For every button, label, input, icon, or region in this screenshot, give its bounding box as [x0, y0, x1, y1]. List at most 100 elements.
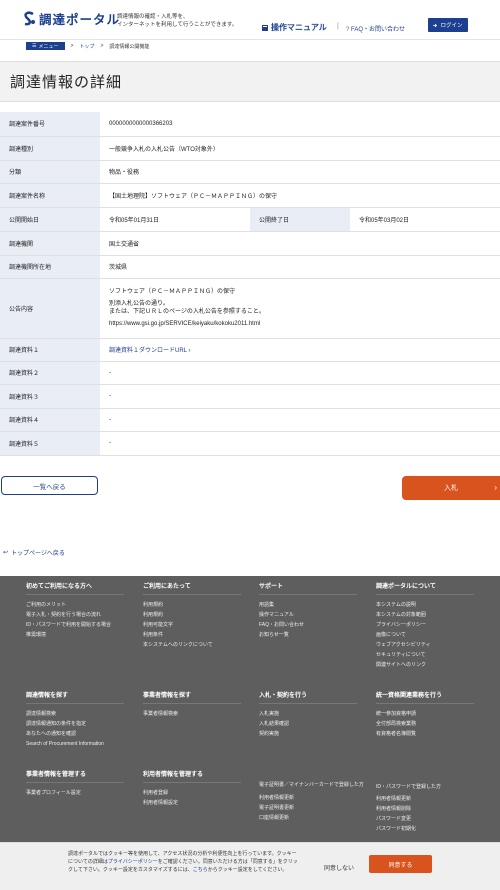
footer-col-support: サポート 用語集 操作マニュアル FAQ・お問い合わせ お知らせ一覧 [259, 581, 357, 640]
footer-link[interactable]: 関連サイトへのリンク [376, 660, 474, 670]
table-row: 調達種別 一般競争入札の入札公告（WTO対象外） [0, 136, 500, 161]
decline-label: 同意しない [323, 865, 354, 872]
footer-link[interactable]: 有資格者名簿閲覧 [376, 729, 474, 739]
question-icon: ? [346, 27, 350, 33]
footer-heading[interactable]: 事業者情報を探す [143, 690, 241, 704]
bid-button[interactable]: 入札 › [402, 476, 500, 500]
row-value-2: 令和05年03月02日 [350, 207, 500, 232]
breadcrumb-top[interactable]: トップ [79, 43, 94, 50]
footer-link[interactable]: 利用可能文字 [143, 620, 241, 630]
footer-heading[interactable]: サポート [259, 581, 357, 595]
footer-link[interactable]: 入札結果確認 [259, 719, 357, 729]
row-value: 一般競争入札の入札公告（WTO対象外） [100, 136, 500, 161]
footer-link[interactable]: 本システムへのリンクについて [143, 640, 241, 650]
row-value: 国土交通省 [100, 231, 500, 256]
table-row: 調達資料２- [0, 361, 500, 385]
top-link-label: トップページへ戻る [11, 551, 65, 557]
footer-link[interactable]: Search of Procurement Information [26, 739, 124, 749]
footer-link[interactable]: 利用者情報更新 [376, 794, 441, 804]
footer-link[interactable]: 操作マニュアル [259, 610, 357, 620]
row-value: - [100, 361, 500, 385]
footer-link[interactable]: 推奨環境 [26, 630, 124, 640]
footer-heading[interactable]: 初めてご利用になる方へ [26, 581, 124, 595]
footer-link[interactable]: 利用条件 [143, 630, 241, 640]
decline-button[interactable]: 同意しない [312, 858, 366, 876]
footer-link[interactable]: お知らせ一覧 [259, 630, 357, 640]
cookie-settings-link[interactable]: こちら [193, 867, 208, 873]
cookie-text-3: からクッキー設定をしてください。 [207, 867, 288, 873]
table-row: 公告内容 ソフトウェア（ＰＣ－ＭＡＰＰＩＮＧ）の保守 別添入札公告の通り。 また… [0, 278, 500, 339]
footer-link[interactable]: 利用規約 [143, 610, 241, 620]
footer-link[interactable]: ID・パスワードで利用を開始する場合 [26, 620, 124, 630]
footer-link[interactable]: 利用者情報削除 [376, 804, 441, 814]
footer-heading[interactable]: 利用者情報を管理する [143, 769, 241, 783]
breadcrumb-sep-1: > [70, 43, 74, 49]
footer-link[interactable]: 利用者情報更新 [259, 793, 369, 803]
footer-heading[interactable]: 入札・契約を行う [259, 690, 357, 704]
back-to-list-button[interactable]: 一覧へ戻る [1, 476, 98, 495]
footer-link[interactable]: パスワード変更 [376, 814, 441, 824]
table-row: 調達資料５- [0, 431, 500, 456]
cookie-text: 調達ポータルではクッキー等を使用して、アクセス状況の分析や利便性向上を行っていま… [68, 850, 298, 874]
privacy-policy-link[interactable]: プライバシーポリシー [108, 859, 158, 865]
footer-link[interactable]: パスワード初期化 [376, 824, 441, 834]
footer-link[interactable]: 利用者登録 [143, 788, 241, 798]
footer-link[interactable]: 調達情報通知の条件を指定 [26, 719, 124, 729]
footer-link[interactable]: 用語集 [259, 600, 357, 610]
footer-heading[interactable]: ご利用にあたって [143, 581, 241, 595]
footer-link[interactable]: 電子入札・契約を行う場合の流れ [26, 610, 124, 620]
footer-link[interactable]: 全付部局検索業務 [376, 719, 474, 729]
footer-col-search-business: 事業者情報を探す 事業者情報検索 [143, 690, 241, 719]
agree-button[interactable]: 同意する [369, 855, 432, 873]
bid-label: 入札 [444, 485, 458, 492]
footer-link[interactable]: あなたへの通知を確認 [26, 729, 124, 739]
row-label: 公開開始日 [0, 207, 100, 232]
footer-col-bidding: 入札・契約を行う 入札実施 入札結果確認 契約実施 [259, 690, 357, 739]
footer-link[interactable]: 統一参加資格申請 [376, 709, 474, 719]
row-label: 調達資料５ [0, 431, 100, 456]
back-to-top-link[interactable]: ↩ トップページへ戻る [3, 548, 65, 557]
login-button[interactable]: ログイン [428, 18, 468, 32]
footer-link[interactable]: 調達情報検索 [26, 709, 124, 719]
footer-link[interactable]: 本システムの説明 [376, 600, 474, 610]
footer-link[interactable]: 画像について [376, 630, 474, 640]
footer-link[interactable]: 契約実施 [259, 729, 357, 739]
footer-link[interactable]: 電子証明書更新 [259, 803, 369, 813]
chevron-right-icon: › [494, 483, 497, 492]
row-value: 【国土地理院】ソフトウェア（ＰＣ－ＭＡＰＰＩＮＧ）の保守 [100, 183, 500, 208]
footer-link[interactable]: 事業者プロフィール設定 [26, 788, 124, 798]
row-label: 調達機関 [0, 231, 100, 256]
footer-link[interactable]: 事業者情報検索 [143, 709, 241, 719]
footer-link[interactable]: 入札実施 [259, 709, 357, 719]
footer-link[interactable]: プライバシーポリシー [376, 620, 474, 630]
footer-heading[interactable]: 事業者情報を管理する [26, 769, 124, 783]
table-row: 調達案件番号 0000000000000366203 [0, 112, 500, 137]
header-separator: | [337, 23, 339, 30]
footer-col-certificate-users: 電子証明書／マイナンバーカードで登録した方 利用者情報更新 電子証明書更新 口座… [259, 782, 369, 823]
footer-subheading: ID・パスワードで登録した方 [376, 784, 442, 790]
row-label: 調達種別 [0, 136, 100, 161]
tagline-line-2: インターネットを利用して行うことができます。 [117, 22, 238, 28]
row-value: ソフトウェア（ＰＣ－ＭＡＰＰＩＮＧ）の保守 別添入札公告の通り。 または、下記Ｕ… [100, 278, 500, 339]
footer-link[interactable]: 口座情報更新 [259, 813, 369, 823]
footer-heading[interactable]: 調達情報を探す [26, 690, 124, 704]
footer-heading[interactable]: 調達ポータルについて [376, 581, 474, 595]
tagline-line-1: 調達情報の確認・入札等を、 [117, 14, 189, 20]
breadcrumb-sep-2: > [100, 43, 104, 49]
faq-link[interactable]: ? FAQ・お問い合わせ [346, 24, 405, 33]
footer-heading[interactable]: 統一資格関連業務を行う [376, 690, 474, 704]
footer-link[interactable]: ウェブアクセシビリティ [376, 640, 474, 650]
menu-button[interactable]: ☰ メニュー [26, 42, 65, 50]
row-value: 調達資料１ダウンロードURL › [100, 338, 500, 362]
notice-line-1: ソフトウェア（ＰＣ－ＭＡＰＰＩＮＧ）の保守 [109, 289, 236, 295]
footer-link[interactable]: FAQ・お問い合わせ [259, 620, 357, 630]
footer-link[interactable]: 利用規約 [143, 600, 241, 610]
download-link[interactable]: 調達資料１ダウンロードURL [109, 348, 187, 354]
footer-link[interactable]: ご利用のメリット [26, 600, 124, 610]
footer-link[interactable]: 本システムの対象範囲 [376, 610, 474, 620]
site-logo[interactable]: 調達ポータル [22, 9, 120, 28]
footer-link[interactable]: 利用者情報設定 [143, 798, 241, 808]
footer-link[interactable]: セキュリティについて [376, 650, 474, 660]
row-label: 調達案件名称 [0, 183, 100, 208]
manual-link[interactable]: 操作マニュアル [261, 22, 327, 33]
